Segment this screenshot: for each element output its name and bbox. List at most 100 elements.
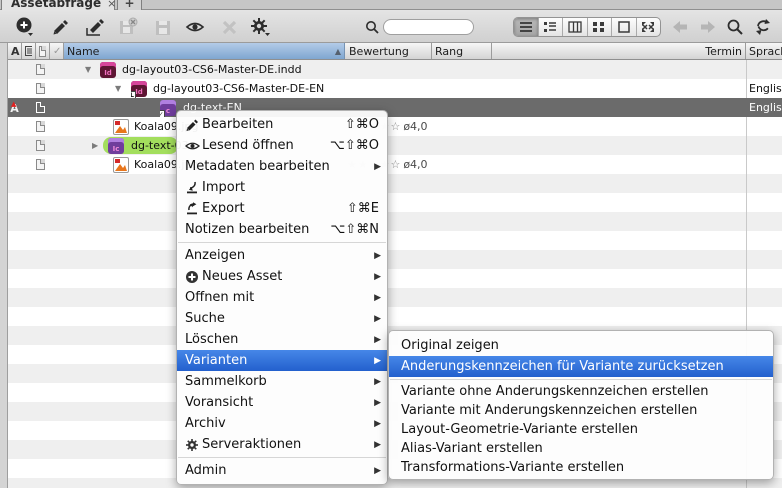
details-icon	[543, 21, 557, 33]
edit-button[interactable]	[49, 16, 71, 38]
menu-item-lesend-oeffnen[interactable]: Lesend öffnen ⌥⇧⌘O	[177, 135, 387, 156]
menu-item-suche[interactable]: Suche ▶	[177, 308, 387, 329]
menu-item-export[interactable]: Export ⇧⌘E	[177, 198, 387, 219]
indesign-file-icon: Id	[100, 62, 116, 78]
edit-metadata-button[interactable]	[84, 16, 106, 38]
image-file-icon	[113, 157, 129, 173]
discard-checkin-button[interactable]	[117, 16, 139, 38]
pencil-box-icon	[84, 16, 106, 38]
rating-average: ø4,0	[403, 120, 427, 133]
view-list-button[interactable]	[514, 18, 539, 36]
submenu-item-alias-variant[interactable]: Alias-Variant erstellen	[389, 439, 773, 458]
grid-icon	[592, 21, 606, 33]
asset-query-window: Assetabfrage × +	[0, 0, 782, 488]
search-button[interactable]	[726, 18, 744, 40]
menu-item-varianten[interactable]: Varianten ▶	[177, 350, 387, 371]
sort-ascending-icon: ▲	[335, 47, 341, 56]
column-sprache[interactable]: Sprache	[746, 43, 782, 59]
table-row[interactable]: ▼ IdL dg-layout03-CS6-Master-DE-EN Engli…	[8, 79, 782, 98]
single-icon	[617, 21, 631, 33]
menu-item-sammelkorb[interactable]: Sammelkorb ▶	[177, 371, 387, 392]
expander-icon[interactable]: ▼	[115, 84, 121, 93]
shortcut: ⇧⌘E	[347, 201, 381, 216]
tab-assetquery[interactable]: Assetabfrage ×	[1, 0, 115, 10]
page-icon	[36, 140, 45, 151]
menu-item-oeffnen-mit[interactable]: Öffnen mit ▶	[177, 287, 387, 308]
table-row[interactable]: Koala09.jpg ★★★★☆ø4,0	[8, 117, 782, 136]
column-bewertung-label: Bewertung	[349, 45, 409, 58]
view-single-button[interactable]	[612, 18, 637, 36]
view-columns-button[interactable]	[563, 18, 588, 36]
back-arrow-icon	[670, 19, 690, 35]
menu-item-voransicht[interactable]: Voransicht ▶	[177, 392, 387, 413]
submenu-item-transformations-variante[interactable]: Transformations-Variante erstellen	[389, 458, 773, 477]
view-mode-group	[513, 17, 661, 37]
view-grid-button[interactable]	[588, 18, 613, 36]
page-column-icon	[39, 46, 46, 57]
menu-item-bearbeiten[interactable]: Bearbeiten ⇧⌘O	[177, 114, 387, 135]
expander-icon[interactable]: ▶	[92, 141, 98, 150]
column-page[interactable]	[36, 43, 50, 59]
menu-separator	[178, 457, 386, 458]
menu-item-neues-asset[interactable]: Neues Asset ▶	[177, 266, 387, 287]
save-icon	[152, 16, 174, 38]
new-asset-button[interactable]	[14, 16, 36, 38]
table-row[interactable]: ▶ Ic dg-text-03	[8, 136, 782, 155]
magnifier-icon	[726, 18, 744, 36]
menu-item-loeschen[interactable]: Löschen ▶	[177, 329, 387, 350]
submenu-item-variante-ohne-kennzeichen[interactable]: Variante ohne Änderungskennzeichen erste…	[389, 382, 773, 401]
submenu-item-variante-mit-kennzeichen[interactable]: Variante mit Änderungskennzeichen erstel…	[389, 401, 773, 420]
save-button[interactable]	[152, 16, 174, 38]
column-bewertung[interactable]: Bewertung	[346, 43, 432, 59]
table-header: A ✓ Name ▲ Bewertung Rang Termin Sprache	[8, 43, 782, 60]
page-icon	[36, 83, 45, 94]
refresh-button[interactable]	[754, 18, 772, 40]
language-value: Englisch	[749, 82, 782, 95]
menu-item-anzeigen[interactable]: Anzeigen ▶	[177, 245, 387, 266]
column-check[interactable]: ✓	[50, 43, 64, 59]
menu-item-serveraktionen[interactable]: Serveraktionen ▶	[177, 434, 387, 455]
expander-icon[interactable]: ▼	[85, 65, 91, 74]
column-annotation[interactable]: A	[8, 43, 22, 59]
submenu-arrow-icon: ▶	[368, 356, 381, 366]
plus-circle-icon	[14, 16, 36, 38]
actions-button[interactable]	[249, 16, 271, 38]
back-button[interactable]	[670, 19, 690, 39]
menu-item-admin[interactable]: Admin ▶	[177, 460, 387, 481]
indesign-variant-icon: IdL	[131, 81, 147, 97]
tab-close-icon[interactable]: ×	[107, 0, 116, 10]
column-termin-label: Termin	[705, 45, 742, 58]
column-termin[interactable]: Termin	[492, 43, 746, 59]
menu-item-metadaten-bearbeiten[interactable]: Metadaten bearbeiten ▶	[177, 156, 387, 177]
tab-new[interactable]: +	[117, 0, 142, 10]
a-column-icon: A	[11, 45, 20, 58]
rating-average: ø4,0	[403, 158, 427, 171]
search-input[interactable]	[383, 19, 474, 35]
view-details-button[interactable]	[539, 18, 564, 36]
delete-button[interactable]	[219, 16, 241, 38]
column-list[interactable]	[22, 43, 36, 59]
table-row-selected[interactable]: ▲A c✓ dg-text-EN Englisch	[8, 98, 782, 117]
save-cancel-icon	[117, 16, 139, 38]
submenu-item-layout-geometrie-variante[interactable]: Layout-Geometrie-Variante erstellen	[389, 420, 773, 439]
menu-item-notizen-bearbeiten[interactable]: Notizen bearbeiten ⌥⇧⌘N	[177, 219, 387, 240]
column-rang[interactable]: Rang	[432, 43, 492, 59]
column-name[interactable]: Name ▲	[64, 43, 345, 59]
submenu-item-original-zeigen[interactable]: Original zeigen	[389, 335, 773, 356]
view-button[interactable]	[184, 16, 206, 38]
menu-item-import[interactable]: Import	[177, 177, 387, 198]
pencil-icon	[49, 16, 71, 38]
forward-button[interactable]	[698, 19, 718, 39]
plus-icon: +	[124, 0, 134, 10]
shortcut: ⌥⇧⌘N	[330, 222, 381, 237]
table-row[interactable]: Koala09.jpg ★★★★☆ø4,0	[8, 155, 782, 174]
submenu-item-aenderungskennzeichen-zuruecksetzen[interactable]: Änderungskennzeichen für Variante zurück…	[389, 356, 773, 377]
submenu-arrow-icon: ▶	[368, 314, 381, 324]
plus-circle-icon	[185, 269, 202, 284]
table-row[interactable]: ▼ Id dg-layout03-CS6-Master-DE.indd	[8, 60, 782, 79]
view-fit-button[interactable]	[637, 18, 661, 36]
rating-star-empty[interactable]: ☆	[390, 120, 400, 133]
rating-star-empty[interactable]: ☆	[390, 158, 400, 171]
menu-item-archiv[interactable]: Archiv ▶	[177, 413, 387, 434]
column-name-label: Name	[67, 45, 99, 58]
